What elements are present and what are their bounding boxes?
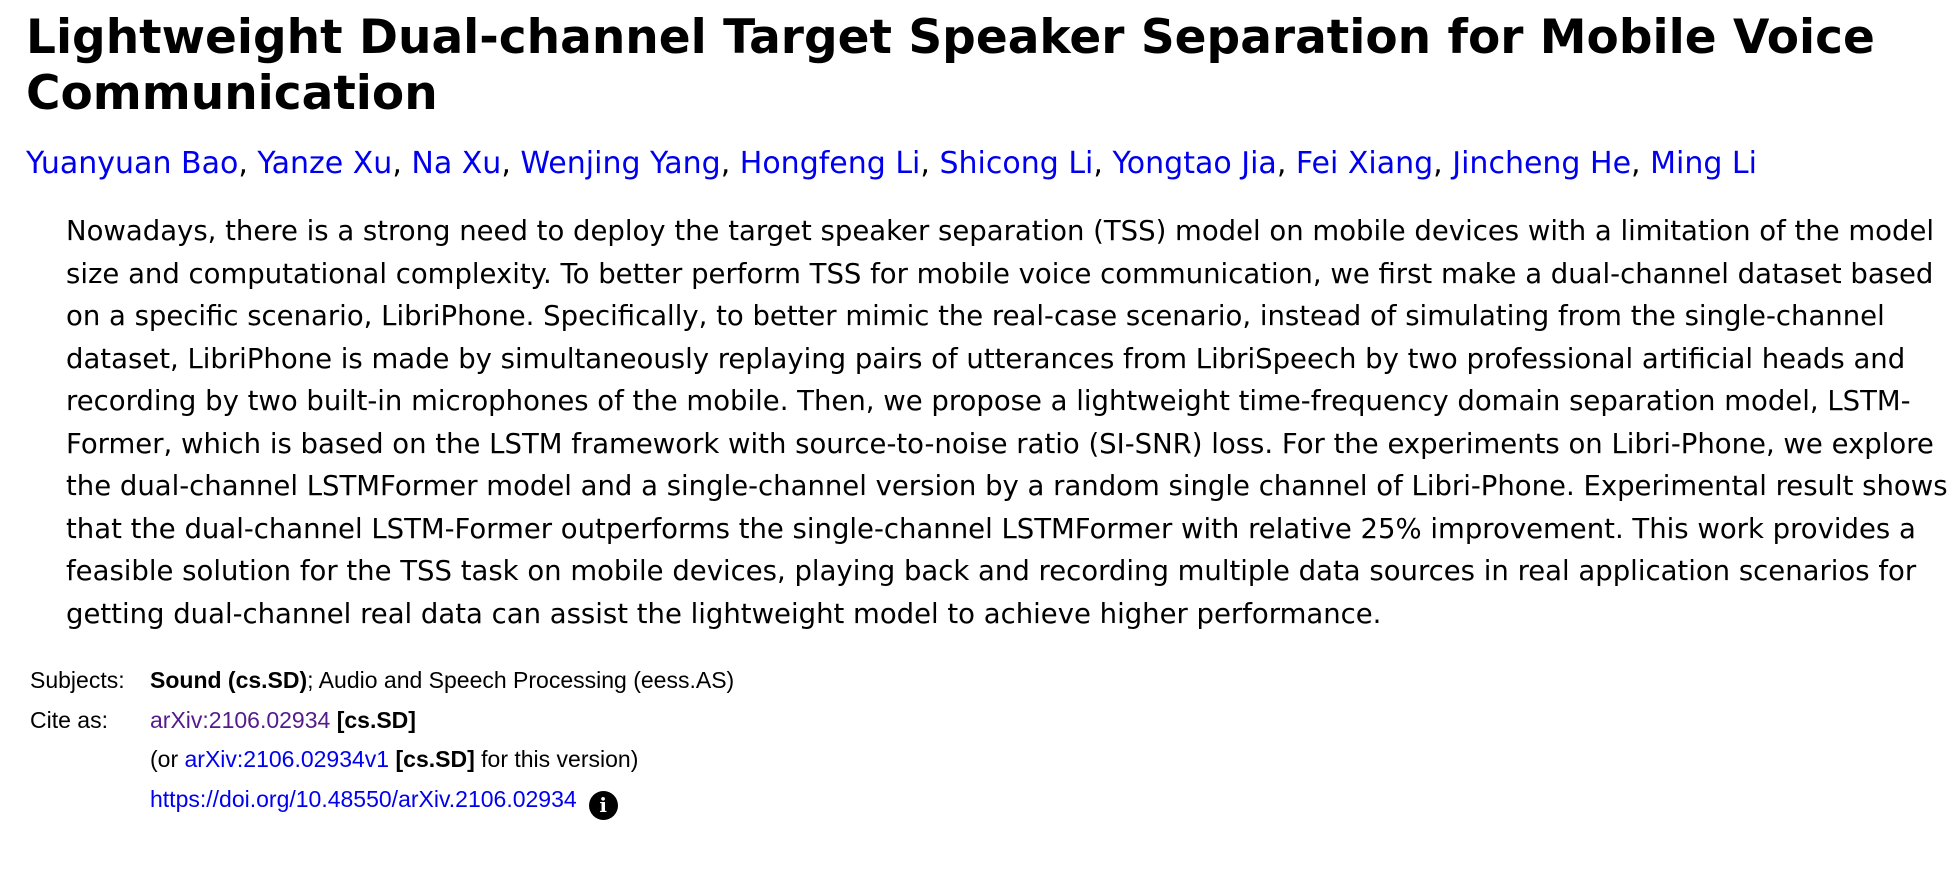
author-link[interactable]: Ming Li: [1650, 146, 1757, 181]
arxiv-id-link[interactable]: arXiv:2106.02934: [150, 707, 330, 733]
author-link[interactable]: Hongfeng Li: [740, 146, 921, 181]
subjects-label: Subjects:: [30, 667, 125, 693]
author-link[interactable]: Na Xu: [411, 146, 501, 181]
author-link[interactable]: Wenjing Yang: [520, 146, 720, 181]
doi-value: https://doi.org/10.48550/arXiv.2106.0293…: [150, 780, 618, 820]
paper-title: Lightweight Dual-channel Target Speaker …: [26, 10, 1875, 121]
author-separator: ,: [392, 146, 412, 181]
author-list: Yuanyuan Bao, Yanze Xu, Na Xu, Wenjing Y…: [26, 144, 1934, 184]
author-separator: ,: [1276, 146, 1296, 181]
subjects-row: Subjects: Sound (cs.SD); Audio and Speec…: [30, 661, 1934, 701]
doi-spacer: [30, 780, 150, 820]
version-row: (or arXiv:2106.02934v1 [cs.SD] for this …: [30, 740, 1934, 780]
author-link[interactable]: Yuanyuan Bao: [26, 146, 238, 181]
version-spacer: [30, 740, 150, 780]
abstract-text: Nowadays, there is a strong need to depl…: [66, 215, 1948, 630]
subjects-value: Sound (cs.SD); Audio and Speech Processi…: [150, 661, 734, 701]
author-link[interactable]: Fei Xiang: [1296, 146, 1433, 181]
author-separator: ,: [1433, 146, 1453, 181]
version-category: [cs.SD]: [395, 746, 475, 772]
author-separator: ,: [920, 146, 940, 181]
paper-page: Lightweight Dual-channel Target Speaker …: [0, 10, 1960, 880]
author-link[interactable]: Yongtao Jia: [1112, 146, 1276, 181]
version-value: (or arXiv:2106.02934v1 [cs.SD] for this …: [150, 740, 638, 780]
cite-category: [cs.SD]: [336, 706, 416, 733]
author-separator: ,: [1093, 146, 1113, 181]
version-suffix: for this version): [474, 746, 639, 772]
doi-row: https://doi.org/10.48550/arXiv.2106.0293…: [30, 780, 1934, 820]
author-separator: ,: [720, 146, 740, 181]
primary-subject: Sound (cs.SD): [150, 667, 308, 693]
version-prefix: (or: [150, 746, 185, 772]
arxiv-version-link[interactable]: arXiv:2106.02934v1: [185, 746, 390, 772]
cite-row: Cite as: arXiv:2106.02934 [cs.SD]: [30, 701, 1934, 741]
author-link[interactable]: Yanze Xu: [257, 146, 392, 181]
info-icon[interactable]: i: [588, 790, 618, 820]
author-separator: ,: [238, 146, 258, 181]
secondary-subjects: ; Audio and Speech Processing (eess.AS): [307, 667, 735, 693]
author-separator: ,: [1631, 146, 1651, 181]
doi-link[interactable]: https://doi.org/10.48550/arXiv.2106.0293…: [150, 786, 577, 812]
author-separator: ,: [501, 146, 521, 181]
metadata-table: Subjects: Sound (cs.SD); Audio and Speec…: [30, 661, 1934, 820]
cite-label: Cite as:: [30, 706, 108, 733]
author-link[interactable]: Jincheng He: [1452, 146, 1631, 181]
author-link[interactable]: Shicong Li: [939, 146, 1093, 181]
cite-value: arXiv:2106.02934 [cs.SD]: [150, 701, 416, 741]
